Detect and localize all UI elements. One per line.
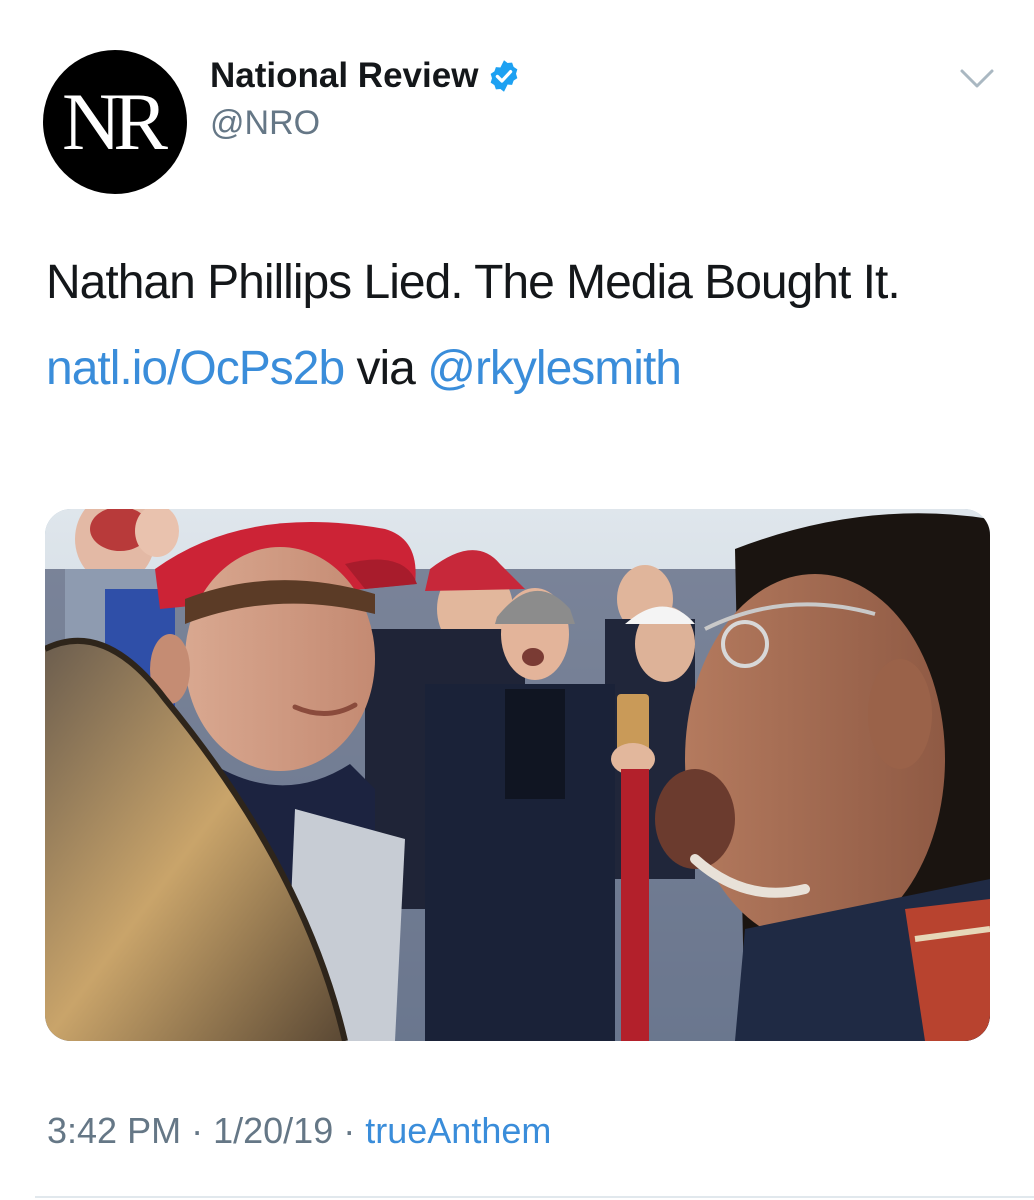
tweet-link[interactable]: natl.io/OcPs2b	[46, 342, 345, 395]
tweet-date: 1/20/19	[213, 1110, 334, 1151]
chevron-down-icon[interactable]	[958, 66, 996, 92]
author-name-row: National Review	[210, 54, 522, 98]
tweet-source-link[interactable]: trueAnthem	[365, 1110, 551, 1151]
tweet-mention-link[interactable]: @rkylesmith	[427, 342, 682, 395]
tweet-body-text: Nathan Phillips Lied. The Media Bought I…	[46, 256, 901, 309]
tweet-photo[interactable]	[45, 509, 990, 1041]
divider	[35, 1196, 1034, 1198]
meta-separator: ·	[191, 1110, 204, 1151]
tweet-card: NR National Review @NRO Nathan Phillips …	[0, 0, 1034, 1200]
avatar[interactable]: NR	[43, 50, 187, 194]
tweet-time: 3:42 PM	[47, 1110, 182, 1151]
verified-badge-icon	[491, 60, 518, 92]
tweet-via-text: via	[356, 342, 416, 395]
tweet-text: Nathan Phillips Lied. The Media Bought I…	[46, 240, 976, 412]
author-handle[interactable]: @NRO	[210, 104, 320, 143]
display-name[interactable]: National Review	[210, 56, 478, 96]
tweet-meta: 3:42 PM · 1/20/19 · trueAnthem	[47, 1110, 551, 1152]
photo-image	[45, 509, 990, 1041]
meta-separator: ·	[343, 1110, 356, 1151]
avatar-logo-text: NR	[62, 76, 168, 167]
